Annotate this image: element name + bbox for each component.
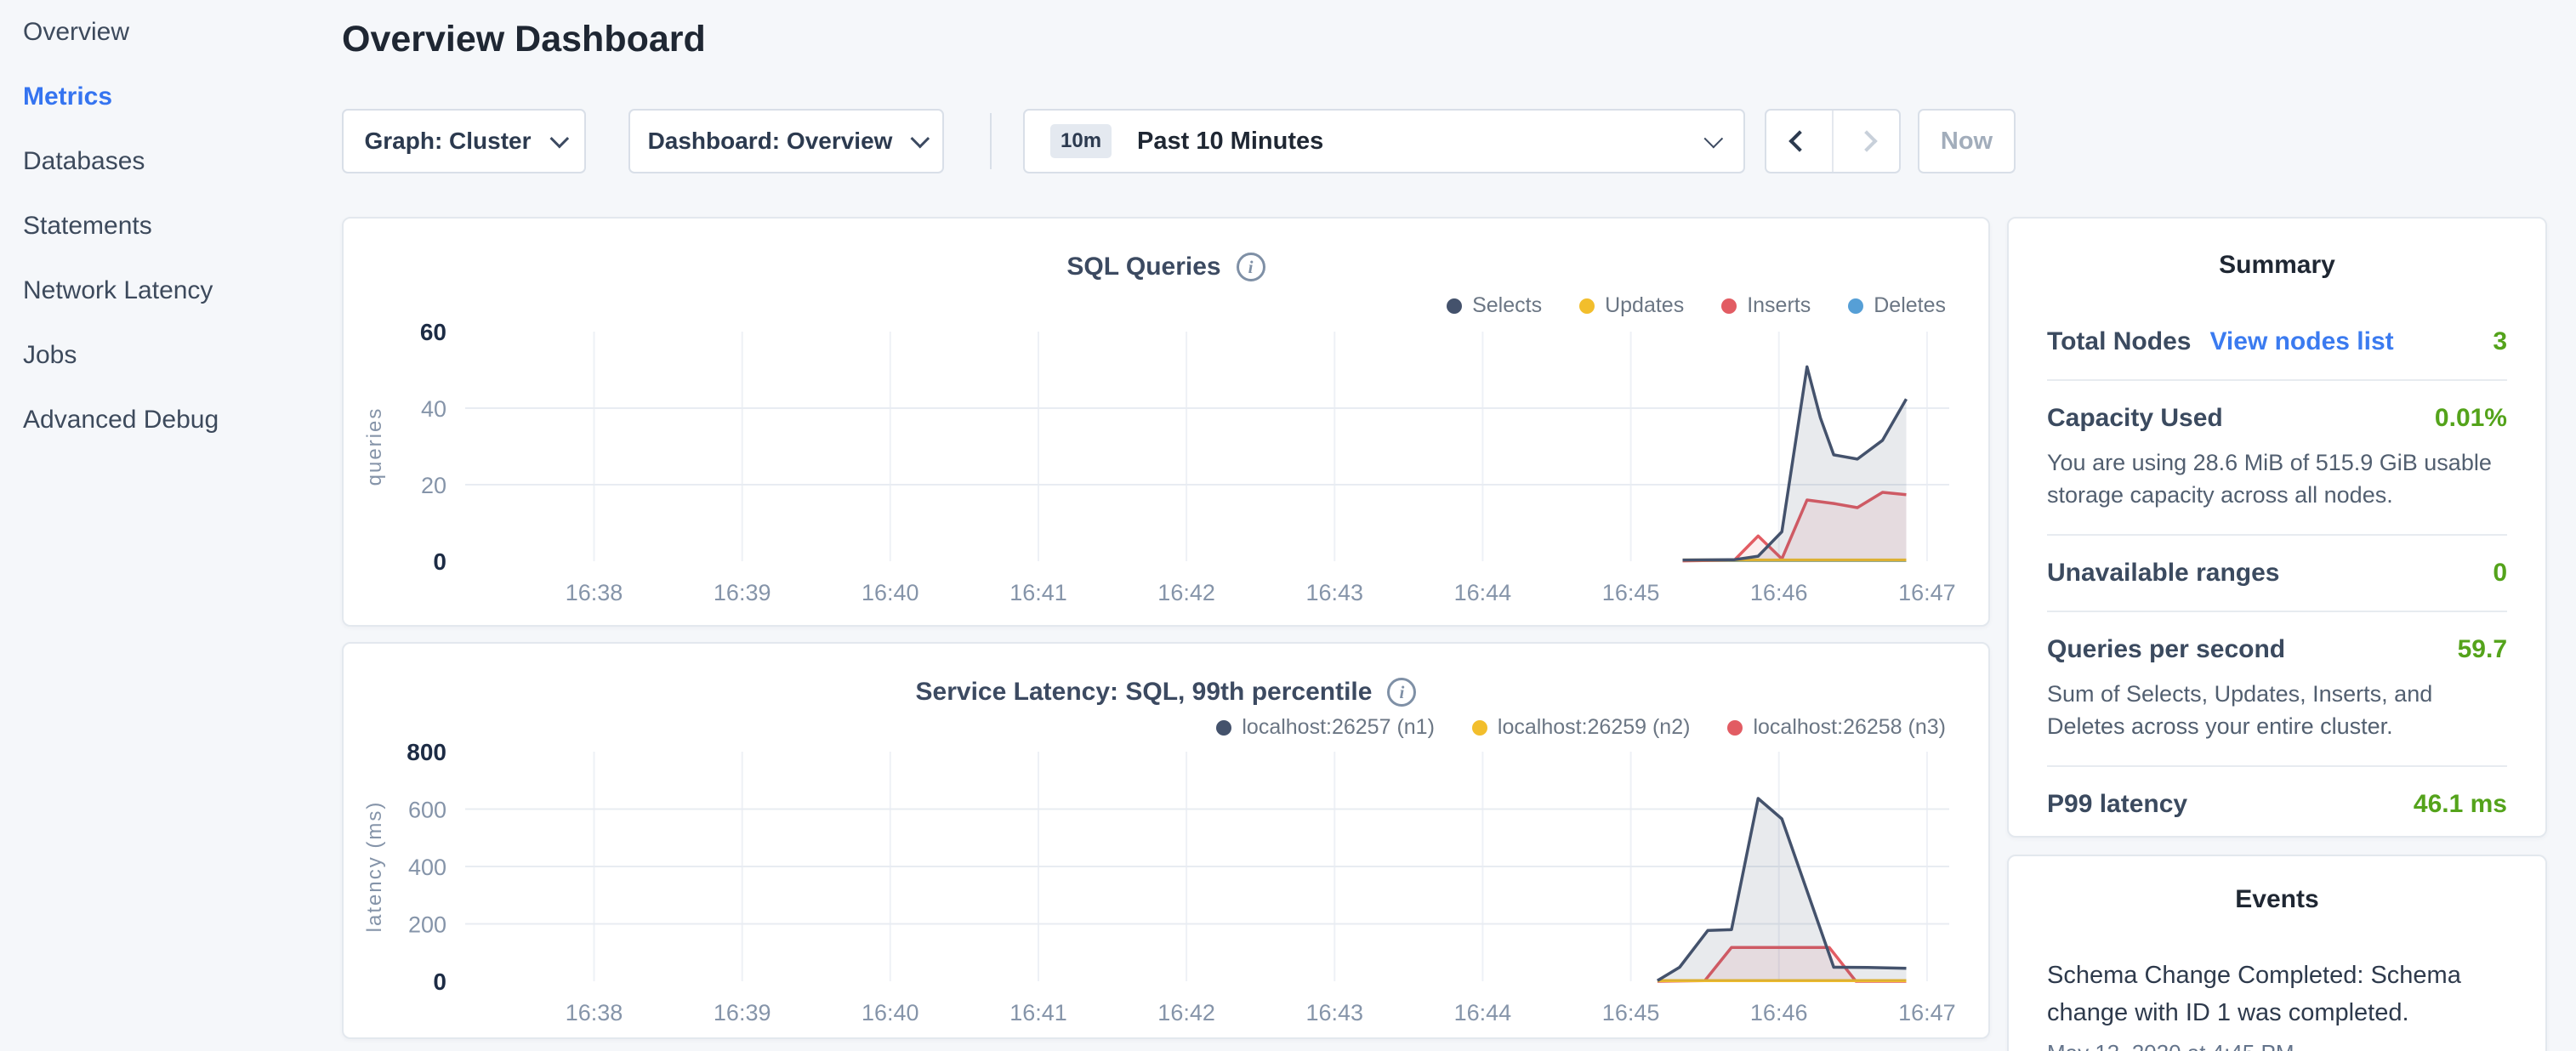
svg-text:16:47: 16:47: [1898, 580, 1956, 605]
svg-text:16:38: 16:38: [566, 1000, 623, 1025]
svg-text:16:46: 16:46: [1750, 1000, 1808, 1025]
svg-text:600: 600: [408, 798, 446, 823]
sql-queries-plot[interactable]: 16:38 16:39 16:40 16:41 16:42 16:43 16:44 16:45…: [344, 219, 1992, 628]
sidebar-item-statements[interactable]: Statements: [23, 194, 329, 258]
time-range-label: Past 10 Minutes: [1137, 128, 1679, 156]
svg-text:16:44: 16:44: [1454, 1000, 1512, 1025]
summary-row-description: You are using 28.6 MiB of 515.9 GiB usab…: [2047, 446, 2507, 511]
svg-text:60: 60: [420, 319, 446, 345]
summary-panel: Summary Total Nodes View nodes list 3 Capac…: [2007, 217, 2547, 838]
summary-row: P99 latency 46.1 ms: [2047, 790, 2507, 842]
svg-text:latency (ms): latency (ms): [363, 801, 386, 933]
svg-text:16:45: 16:45: [1602, 580, 1660, 605]
sql-queries-chart-card: SQL Queries i SelectsUpdatesInsertsDelet…: [342, 217, 1990, 627]
summary-row: Total Nodes View nodes list 3: [2047, 327, 2507, 381]
service-latency-plot[interactable]: 16:38 16:39 16:40 16:41 16:42 16:43 16:44 16:45…: [344, 644, 1992, 1041]
chevron-down-icon: [549, 129, 569, 149]
svg-text:16:40: 16:40: [862, 580, 919, 605]
svg-text:16:40: 16:40: [862, 1000, 919, 1025]
summary-row-label: Capacity Used: [2047, 404, 2223, 433]
svg-text:0: 0: [433, 969, 446, 995]
svg-text:16:42: 16:42: [1157, 1000, 1215, 1025]
events-list: Schema Change Completed: Schema change w…: [2047, 957, 2507, 1051]
summary-row-value: 0: [2493, 559, 2507, 588]
svg-text:40: 40: [421, 396, 446, 422]
dashboard-dropdown[interactable]: Dashboard: Overview: [628, 109, 944, 173]
time-range-select[interactable]: 10m Past 10 Minutes: [1023, 109, 1745, 173]
svg-text:16:44: 16:44: [1454, 580, 1512, 605]
time-forward-button[interactable]: [1832, 111, 1899, 172]
time-range-badge: 10m: [1050, 124, 1112, 158]
app-root: OverviewMetricsDatabasesStatementsNetwor…: [0, 0, 2576, 1051]
svg-text:16:41: 16:41: [1009, 580, 1067, 605]
summary-row-label: Total Nodes: [2047, 327, 2191, 356]
summary-row-label: Unavailable ranges: [2047, 559, 2279, 588]
summary-row-description: Sum of Selects, Updates, Inserts, and De…: [2047, 678, 2507, 742]
svg-text:16:39: 16:39: [714, 1000, 771, 1025]
summary-row-value: 46.1 ms: [2414, 790, 2507, 819]
service-latency-chart-card: Service Latency: SQL, 99th percentile i …: [342, 642, 1990, 1039]
sidebar-item-metrics[interactable]: Metrics: [23, 65, 329, 129]
svg-text:16:46: 16:46: [1750, 580, 1808, 605]
summary-row-value: 0.01%: [2435, 404, 2507, 433]
event-message: Schema Change Completed: Schema change w…: [2047, 957, 2507, 1031]
events-panel: Events Schema Change Completed: Schema c…: [2007, 855, 2547, 1051]
sidebar-item-overview[interactable]: Overview: [23, 0, 329, 65]
summary-row-value: 59.7: [2458, 635, 2507, 664]
graph-dropdown[interactable]: Graph: Cluster: [342, 109, 586, 173]
sidebar-item-databases[interactable]: Databases: [23, 129, 329, 194]
events-title: Events: [2047, 885, 2507, 914]
svg-text:queries: queries: [363, 407, 386, 486]
time-step-buttons: [1765, 109, 1901, 173]
summary-row-link[interactable]: View nodes list: [2209, 327, 2393, 356]
summary-row: Capacity Used 0.01% You are using 28.6 MiB…: [2047, 404, 2507, 536]
svg-text:16:39: 16:39: [714, 580, 771, 605]
svg-text:16:43: 16:43: [1306, 1000, 1364, 1025]
summary-row: Queries per second 59.7 Sum of Selects, Up…: [2047, 635, 2507, 767]
sidebar-nav: OverviewMetricsDatabasesStatementsNetwor…: [23, 0, 329, 452]
summary-title: Summary: [2047, 251, 2507, 280]
graph-dropdown-label: Graph: Cluster: [364, 128, 531, 155]
dashboard-dropdown-label: Dashboard: Overview: [648, 128, 893, 155]
svg-text:16:47: 16:47: [1898, 1000, 1956, 1025]
now-button[interactable]: Now: [1918, 109, 2016, 173]
chevron-down-icon: [911, 129, 930, 149]
event-timestamp: May 13, 2020 at 4:45 PM: [2047, 1040, 2507, 1051]
sidebar-item-advanced-debug[interactable]: Advanced Debug: [23, 388, 329, 452]
sidebar-item-network-latency[interactable]: Network Latency: [23, 258, 329, 323]
chevron-left-icon: [1788, 130, 1810, 151]
page-title: Overview Dashboard: [342, 19, 706, 60]
chevron-right-icon: [1856, 130, 1877, 151]
svg-text:16:41: 16:41: [1009, 1000, 1067, 1025]
svg-text:800: 800: [407, 739, 446, 765]
svg-text:16:45: 16:45: [1602, 1000, 1660, 1025]
summary-row-label: P99 latency: [2047, 790, 2187, 819]
svg-text:200: 200: [408, 912, 446, 938]
svg-text:20: 20: [421, 473, 446, 498]
sidebar-item-jobs[interactable]: Jobs: [23, 323, 329, 388]
summary-row-value: 3: [2493, 327, 2507, 356]
svg-text:16:38: 16:38: [566, 580, 623, 605]
time-back-button[interactable]: [1766, 111, 1832, 172]
svg-text:16:42: 16:42: [1157, 580, 1215, 605]
svg-text:16:43: 16:43: [1306, 580, 1364, 605]
summary-rows: Total Nodes View nodes list 3 Capacity Used…: [2047, 327, 2507, 842]
chevron-down-icon: [1704, 129, 1724, 149]
summary-row-label: Queries per second: [2047, 635, 2285, 664]
svg-text:400: 400: [408, 855, 446, 880]
summary-row: Unavailable ranges 0: [2047, 559, 2507, 612]
toolbar-divider: [990, 113, 992, 169]
svg-text:0: 0: [433, 548, 446, 575]
